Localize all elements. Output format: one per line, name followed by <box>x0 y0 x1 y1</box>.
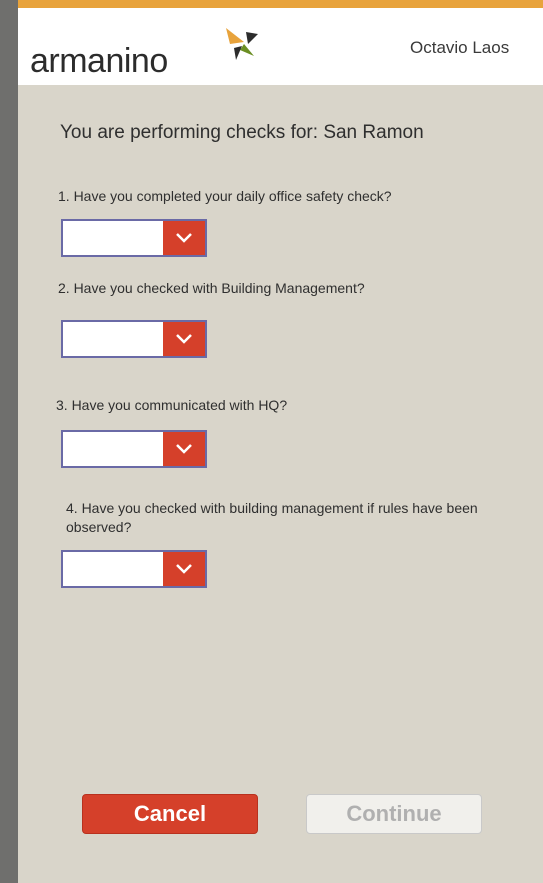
question-3-label: 3. Have you communicated with HQ? <box>56 397 288 413</box>
chevron-down-icon[interactable] <box>163 432 205 466</box>
logo-star-icon <box>226 28 258 60</box>
window-left-edge <box>0 0 18 883</box>
question-2-dropdown[interactable] <box>61 320 207 358</box>
armanino-logo: armanino <box>30 42 168 80</box>
user-name: Octavio Laos <box>410 38 510 57</box>
cancel-button[interactable]: Cancel <box>82 794 258 834</box>
question-1-dropdown[interactable] <box>61 219 207 257</box>
chevron-down-icon[interactable] <box>163 322 205 356</box>
question-2-label: 2. Have you checked with Building Manage… <box>58 280 365 296</box>
performing-checks-heading: You are performing checks for: San Ramon <box>60 122 424 143</box>
continue-button[interactable]: Continue <box>306 794 482 834</box>
chevron-down-icon[interactable] <box>163 221 205 255</box>
chevron-down-icon[interactable] <box>163 552 205 586</box>
question-4-label: 4. Have you checked with building manage… <box>66 500 478 535</box>
accent-bar <box>18 0 543 8</box>
safety-check-app: armanino Octavio Laos You are performing… <box>18 0 543 883</box>
question-4-dropdown[interactable] <box>61 550 207 588</box>
app-header: armanino Octavio Laos <box>18 8 543 85</box>
question-1-label: 1. Have you completed your daily office … <box>58 188 392 204</box>
question-3-dropdown[interactable] <box>61 430 207 468</box>
